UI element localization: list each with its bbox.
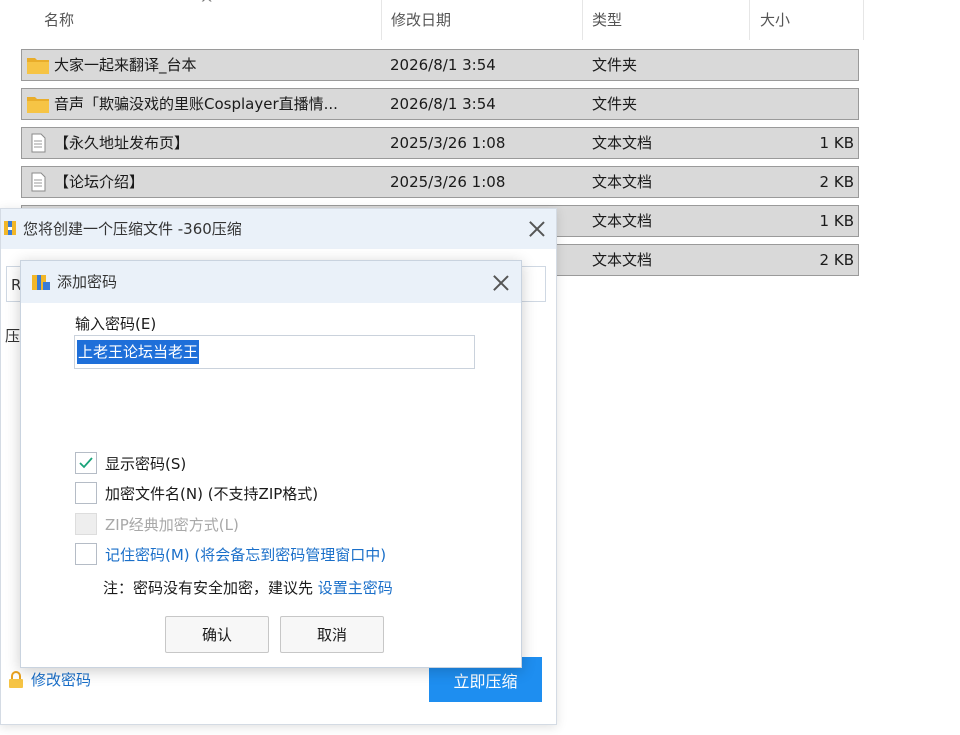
file-name: 【永久地址发布页】 xyxy=(54,134,190,152)
file-type: 文本文档 xyxy=(592,173,653,191)
file-date: 2026/8/1 3:54 xyxy=(390,56,496,74)
column-header-name[interactable]: 名称 xyxy=(36,0,382,40)
compress-option-label: 压 xyxy=(5,327,21,345)
file-date: 2025/3/26 1:08 xyxy=(390,173,506,191)
file-row[interactable]: 【永久地址发布页】 2025/3/26 1:08 文本文档 1 KB xyxy=(21,127,859,159)
dialog-title-text: 添加密码 xyxy=(57,273,118,291)
file-type: 文本文档 xyxy=(592,251,653,269)
password-input-label: 输入密码(E) xyxy=(75,315,157,333)
checkbox-unchecked xyxy=(75,543,97,565)
file-size xyxy=(712,89,854,119)
password-value: 上老王论坛当老王 xyxy=(77,340,200,364)
file-type: 文件夹 xyxy=(592,95,638,113)
file-name: 【论坛介绍】 xyxy=(54,173,145,191)
column-header-type[interactable]: 类型 xyxy=(584,0,750,40)
confirm-button[interactable]: 确认 xyxy=(165,616,269,653)
folder-icon xyxy=(26,55,50,75)
column-header-size[interactable]: 大小 xyxy=(752,0,864,40)
folder-icon xyxy=(26,94,50,114)
file-date: 2026/8/1 3:54 xyxy=(390,95,496,113)
file-row[interactable]: 大家一起来翻译_台本 2026/8/1 3:54 文件夹 xyxy=(21,49,859,81)
file-size: 2 KB xyxy=(819,251,854,269)
main-title-text: 您将创建一个压缩文件 -360压缩 xyxy=(23,220,242,238)
checkbox-disabled xyxy=(75,513,97,535)
checkbox-checked xyxy=(75,452,97,474)
text-file-icon xyxy=(26,172,50,192)
lock-icon xyxy=(7,671,25,689)
column-header-date[interactable]: 修改日期 xyxy=(383,0,583,40)
file-size xyxy=(712,50,854,80)
close-icon[interactable] xyxy=(490,272,512,294)
file-type: 文本文档 xyxy=(592,212,653,230)
file-size: 1 KB xyxy=(819,134,854,152)
file-name: 大家一起来翻译_台本 xyxy=(54,56,197,74)
add-password-dialog: 添加密码 输入密码(E) 上老王论坛当老王 显示密码(S) 加密文件名(N) (… xyxy=(20,260,522,668)
text-file-icon xyxy=(26,133,50,153)
dialog-title-bar: 添加密码 xyxy=(21,261,521,303)
set-master-password-link[interactable]: 设置主密码 xyxy=(318,579,393,597)
file-date: 2025/3/26 1:08 xyxy=(390,134,506,152)
close-icon[interactable] xyxy=(526,218,548,240)
file-size: 1 KB xyxy=(819,212,854,230)
cancel-button[interactable]: 取消 xyxy=(280,616,384,653)
password-input[interactable]: 上老王论坛当老王 xyxy=(74,335,475,369)
password-dialog-icon xyxy=(31,273,51,291)
main-title-bar: 您将创建一个压缩文件 -360压缩 xyxy=(1,209,556,249)
checkbox-unchecked xyxy=(75,482,97,504)
file-size: 2 KB xyxy=(819,173,854,191)
file-type: 文本文档 xyxy=(592,134,653,152)
archive-app-icon xyxy=(3,220,17,236)
file-name: 音声「欺骗没戏的里账Cosplayer直播情... xyxy=(54,95,338,113)
file-type: 文件夹 xyxy=(592,56,638,74)
security-note: 注：密码没有安全加密，建议先 设置主密码 xyxy=(103,579,393,597)
file-row[interactable]: 【论坛介绍】 2025/3/26 1:08 文本文档 2 KB xyxy=(21,166,859,198)
file-row[interactable]: 音声「欺骗没戏的里账Cosplayer直播情... 2026/8/1 3:54 … xyxy=(21,88,859,120)
